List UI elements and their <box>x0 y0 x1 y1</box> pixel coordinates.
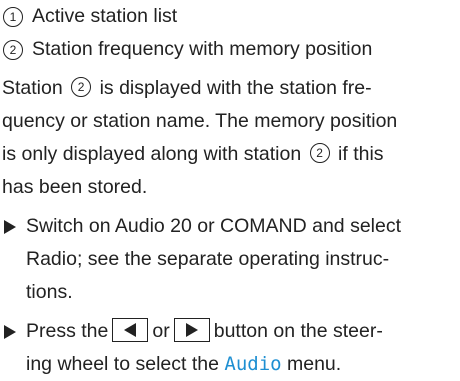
legend-text-1: Active station list <box>32 5 178 27</box>
step-2-or-text: or <box>152 320 170 342</box>
step-2-line-2-end: menu. <box>287 353 342 375</box>
instruction-step-1: Switch on Audio 20 or COMAND and select … <box>2 210 458 309</box>
steering-wheel-left-button <box>112 317 149 342</box>
left-arrow-icon <box>124 322 137 337</box>
right-arrow-icon <box>185 322 198 337</box>
instruction-step-2: Press the or button on the steer- ing whee… <box>2 315 458 381</box>
callout-number-2: 2 <box>3 39 23 60</box>
step-1-line-1: Switch on Audio 20 or COMAND and select <box>26 215 402 237</box>
step-2-line-2-start: ing wheel to select the <box>26 353 219 375</box>
step-1-line-3: tions. <box>26 281 73 303</box>
step-2-press-text: Press the <box>26 320 109 342</box>
legend-text-2: Station frequency with memory position <box>32 38 373 60</box>
step-2-after-text: button on the steer- <box>213 320 383 342</box>
paragraph-line-2: quency or station name. The memory posit… <box>2 110 398 132</box>
legend-item-1: 1 Active station list <box>2 0 458 33</box>
paragraph-line-3: is only displayed along with station 2 i… <box>2 138 458 171</box>
step-bullet-icon <box>4 210 16 243</box>
callout-number-1: 1 <box>3 6 23 27</box>
steering-wheel-right-button <box>173 317 210 342</box>
paragraph-line-1-start: Station <box>2 77 63 99</box>
paragraph-line-1: Station 2 is displayed with the station … <box>2 72 458 105</box>
paragraph-line-1-end: is displayed with the station fre- <box>99 77 372 99</box>
step-2-line-1: Press the or button on the steer- <box>26 315 458 348</box>
step-1-line-2: Radio; see the separate operating instru… <box>26 248 390 270</box>
callout-reference-2: 2 <box>71 76 92 97</box>
callout-reference-2b: 2 <box>309 142 330 163</box>
manual-page: 1 Active station list 2 Station frequenc… <box>2 0 458 381</box>
legend-item-2: 2 Station frequency with memory position <box>2 33 458 66</box>
description-paragraph: Station 2 is displayed with the station … <box>2 72 458 204</box>
paragraph-line-3-start: is only displayed along with station <box>2 143 302 165</box>
audio-menu-name: Audio <box>224 353 282 375</box>
step-bullet-icon <box>4 315 16 348</box>
paragraph-line-3-end: if this <box>338 143 384 165</box>
paragraph-line-4: has been stored. <box>2 176 148 198</box>
